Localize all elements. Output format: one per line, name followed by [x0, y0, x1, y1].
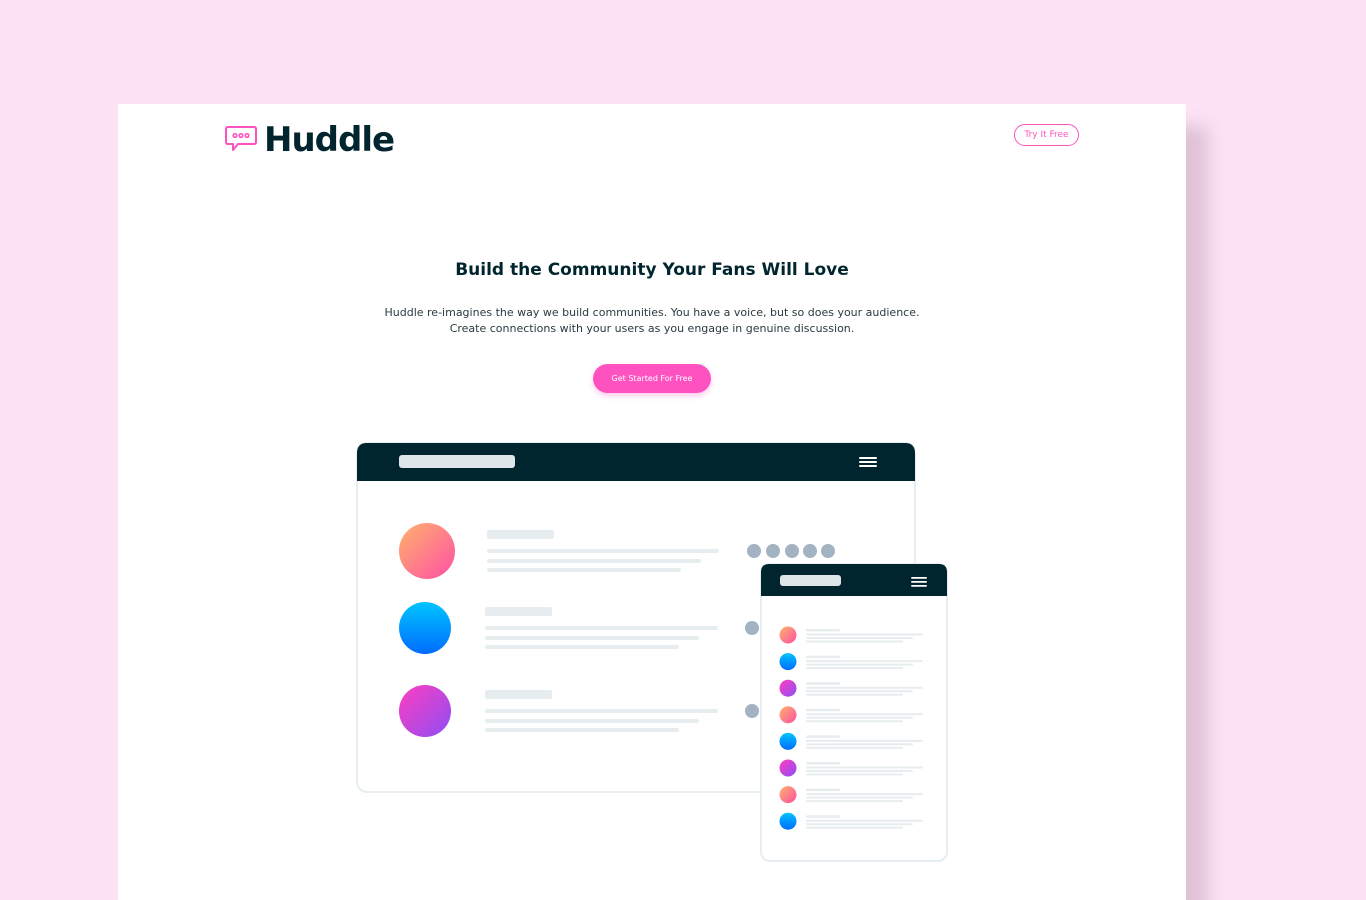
- placeholder-line: [806, 735, 840, 738]
- placeholder-line: [806, 629, 840, 632]
- mobile-window: [760, 563, 948, 862]
- placeholder-line: [806, 815, 840, 818]
- blue-gradient-avatar: [399, 602, 451, 654]
- placeholder-line: [806, 720, 903, 723]
- placeholder-line: [806, 796, 913, 799]
- placeholder-line: [806, 762, 840, 765]
- orange-gradient-avatar: [779, 626, 797, 644]
- orange-gradient-avatar: [779, 706, 797, 724]
- placeholder-line: [806, 826, 903, 829]
- placeholder-line: [806, 633, 923, 636]
- placeholder-line: [806, 773, 903, 776]
- landing-card: Huddle Try It Free Build the Community Y…: [118, 104, 1186, 900]
- placeholder-line: [806, 708, 840, 712]
- placeholder-line: [806, 686, 923, 689]
- placeholder-line: [806, 660, 923, 663]
- placeholder-line: [806, 819, 923, 822]
- menu-icon: [911, 577, 927, 587]
- placeholder-line: [806, 667, 903, 670]
- placeholder-line: [806, 693, 903, 696]
- purple-gradient-avatar: [779, 759, 797, 777]
- placeholder-line: [806, 788, 840, 792]
- placeholder-line: [806, 743, 913, 746]
- placeholder-line: [806, 690, 913, 693]
- blue-gradient-avatar: [779, 732, 797, 750]
- placeholder-line: [806, 739, 923, 742]
- purple-gradient-avatar: [779, 679, 797, 697]
- mockup-illustration: [356, 442, 948, 862]
- placeholder-line: [806, 640, 903, 643]
- purple-gradient-avatar: [399, 685, 451, 737]
- orange-gradient-avatar: [779, 786, 797, 804]
- blue-gradient-avatar: [779, 653, 797, 671]
- placeholder-line: [806, 663, 913, 666]
- placeholder-line: [806, 766, 923, 769]
- placeholder-line: [806, 637, 913, 639]
- placeholder-line: [806, 800, 903, 803]
- placeholder-line: [806, 716, 913, 719]
- placeholder-line: [806, 823, 913, 826]
- blue-gradient-avatar: [779, 812, 797, 830]
- placeholder-line: [806, 746, 903, 749]
- placeholder-line: [806, 655, 840, 659]
- placeholder-line: [806, 682, 840, 685]
- menu-icon: [859, 457, 877, 467]
- placeholder-line: [806, 713, 923, 716]
- placeholder-line: [806, 770, 913, 772]
- orange-gradient-avatar: [399, 523, 455, 579]
- placeholder-line: [806, 793, 923, 796]
